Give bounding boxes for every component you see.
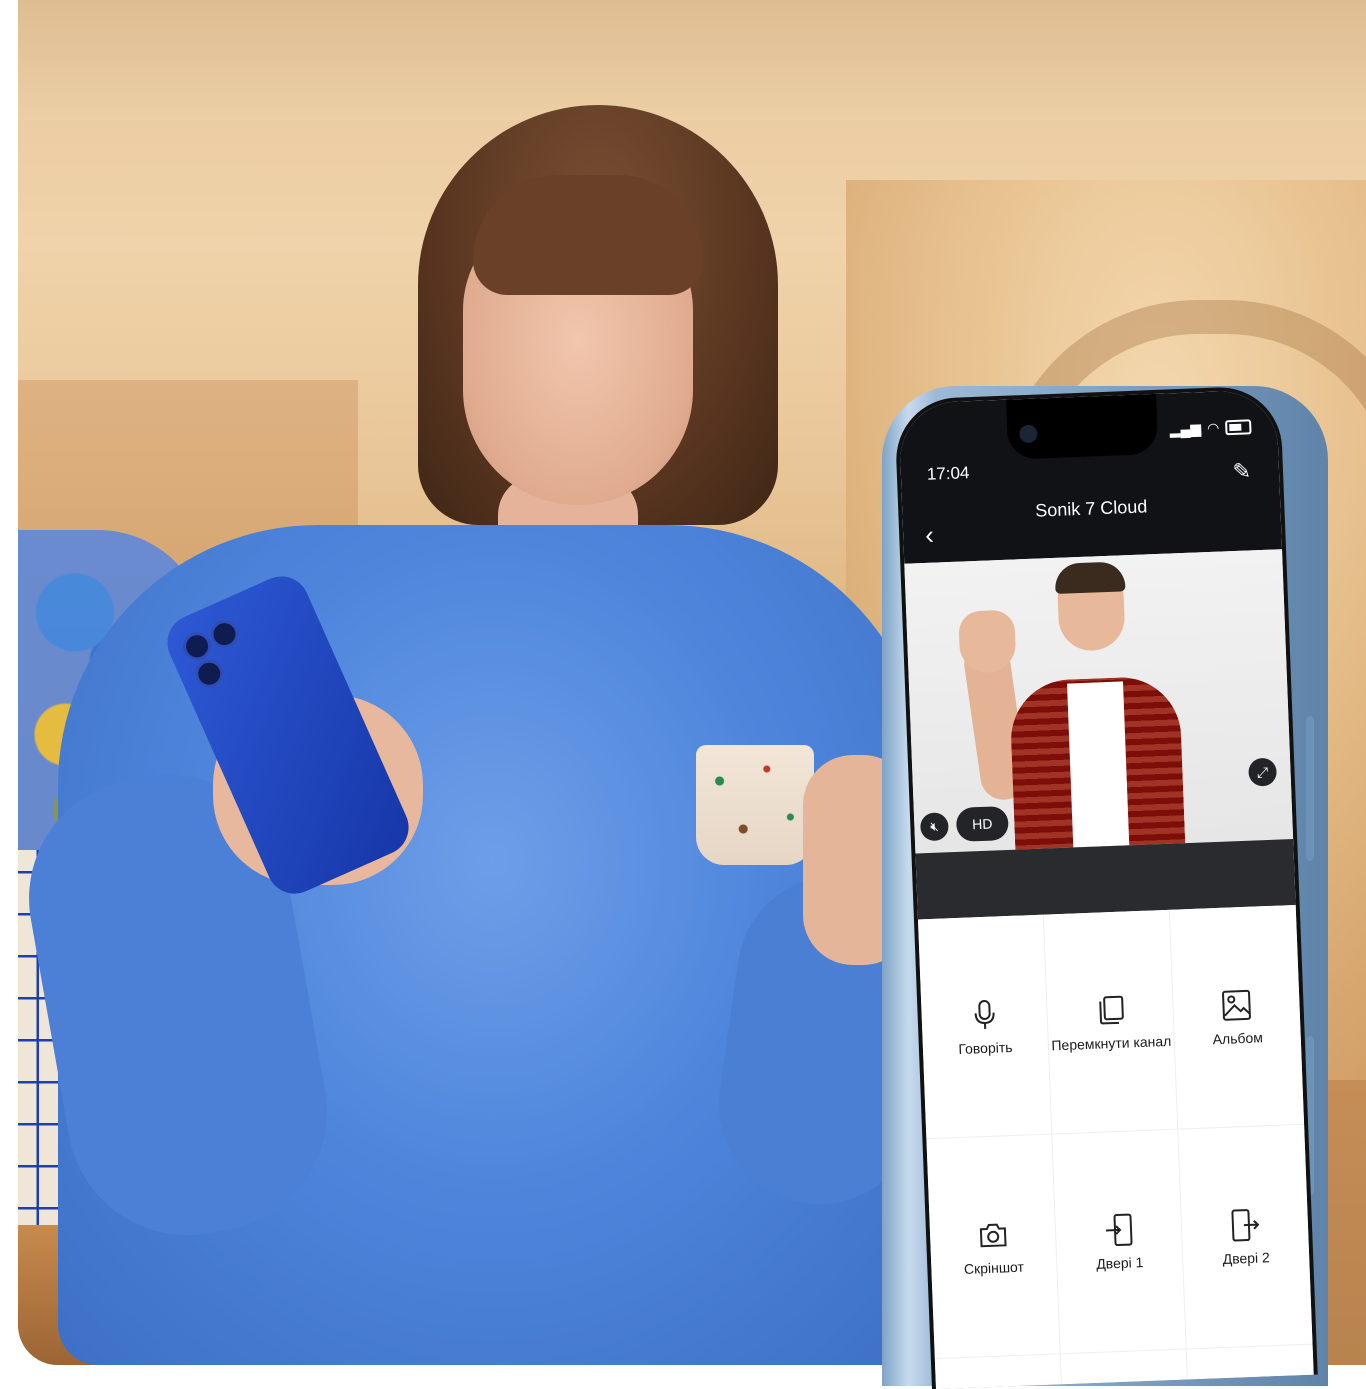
phone-mockup: 17:04 ▂▄▆ ◠ ✎ Sonik 7 Cloud ‹ 🔇︎ HD xyxy=(882,386,1328,1386)
talk-button[interactable]: Говоріть xyxy=(918,915,1052,1140)
woman-bangs xyxy=(473,175,703,295)
switch-channel-button[interactable]: Перемкнути канал xyxy=(1044,910,1178,1135)
door-1-label: Двері 1 xyxy=(1096,1254,1144,1272)
grid-cell-empty xyxy=(1187,1345,1314,1389)
edit-icon[interactable]: ✎ xyxy=(1232,458,1251,485)
grid-cell-empty xyxy=(1061,1349,1188,1389)
phone-lens xyxy=(191,655,228,692)
phone-lens xyxy=(206,616,243,653)
switch-channel-label: Перемкнути канал xyxy=(1051,1032,1171,1053)
microphone-icon xyxy=(967,997,1002,1032)
back-icon[interactable]: ‹ xyxy=(925,525,934,545)
page-title: Sonik 7 Cloud xyxy=(902,491,1281,526)
album-label: Альбом xyxy=(1212,1029,1263,1047)
door-2-label: Двері 2 xyxy=(1222,1249,1270,1267)
front-camera xyxy=(1019,425,1038,444)
talk-label: Говоріть xyxy=(958,1038,1013,1056)
app-header: 17:04 ▂▄▆ ◠ ✎ Sonik 7 Cloud ‹ xyxy=(898,389,1282,563)
coffee-cup xyxy=(696,745,814,865)
fullscreen-icon[interactable]: ⤢ xyxy=(1248,758,1277,787)
phone-bezel: 17:04 ▂▄▆ ◠ ✎ Sonik 7 Cloud ‹ 🔇︎ HD xyxy=(894,385,1318,1389)
status-icons: ▂▄▆ ◠ xyxy=(1169,418,1251,438)
camera-icon xyxy=(975,1217,1010,1252)
album-button[interactable]: Альбом xyxy=(1170,905,1304,1130)
side-button xyxy=(1306,716,1314,861)
switch-channel-icon xyxy=(1092,992,1127,1027)
woman xyxy=(28,55,928,1365)
app-screen: 17:04 ▂▄▆ ◠ ✎ Sonik 7 Cloud ‹ 🔇︎ HD xyxy=(898,389,1314,1389)
wifi-icon: ◠ xyxy=(1207,420,1220,437)
door-2-button[interactable]: Двері 2 xyxy=(1178,1125,1312,1350)
visitor-tshirt xyxy=(1067,681,1130,853)
battery-icon xyxy=(1225,419,1252,435)
album-icon xyxy=(1219,987,1254,1022)
grid-cell-empty xyxy=(935,1354,1062,1389)
door-icon xyxy=(1227,1207,1262,1242)
screenshot-button[interactable]: Скріншот xyxy=(926,1134,1060,1359)
door-1-button[interactable]: Двері 1 xyxy=(1052,1130,1186,1355)
action-grid: Говоріть Перемкнути канал Альбом xyxy=(918,905,1314,1389)
screenshot-label: Скріншот xyxy=(964,1258,1025,1276)
door-icon xyxy=(1101,1212,1136,1247)
mute-icon[interactable]: 🔇︎ xyxy=(920,812,949,841)
status-time: 17:04 xyxy=(927,463,970,485)
notch xyxy=(1006,394,1158,460)
visitor-hair xyxy=(1054,561,1125,594)
signal-icon: ▂▄▆ xyxy=(1169,420,1201,438)
hd-button[interactable]: HD xyxy=(956,806,1009,842)
video-feed[interactable]: 🔇︎ HD ⤢ xyxy=(904,549,1293,853)
